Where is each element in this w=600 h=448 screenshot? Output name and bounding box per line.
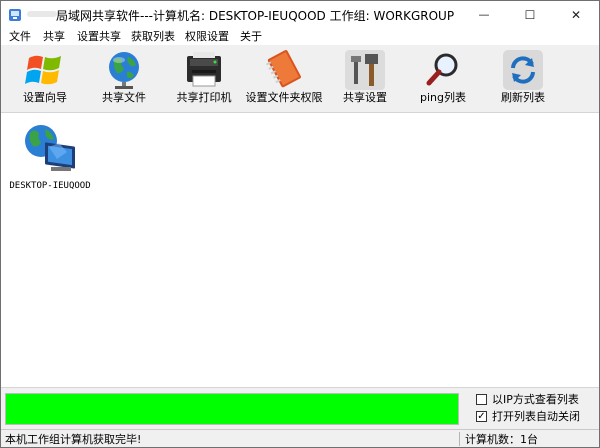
app-icon — [9, 9, 21, 21]
computer-list[interactable]: DESKTOP-IEUQOOD — [1, 113, 599, 386]
folder-permissions-button[interactable]: 设置文件夹权限 — [241, 45, 327, 112]
toolbar-label: 共享设置 — [343, 91, 387, 104]
menu-about[interactable]: 关于 — [240, 28, 262, 45]
maximize-icon: ☐ — [524, 7, 536, 22]
status-bar: 本机工作组计算机获取完毕! 计算机数：1台 — [1, 429, 599, 447]
checkbox-box[interactable] — [476, 394, 487, 405]
menu-permissions[interactable]: 权限设置 — [185, 28, 229, 45]
toolbar-label: 刷新列表 — [501, 91, 545, 104]
toolbar-label: 设置向导 — [23, 91, 67, 104]
checkbox-label: 以IP方式查看列表 — [492, 393, 579, 406]
share-printer-button[interactable]: 共享打印机 — [169, 45, 239, 112]
auto-close-checkbox[interactable]: ✓ 打开列表自动关闭 — [476, 409, 596, 425]
share-files-button[interactable]: 共享文件 — [85, 45, 163, 112]
menu-bar: 文件 共享 设置共享 获取列表 权限设置 关于 — [1, 28, 599, 45]
menu-setup-share[interactable]: 设置共享 — [77, 28, 121, 45]
globe-icon — [109, 52, 139, 89]
toolbar: 设置向导 共享文件 共享打印机 设置文件夹权限 共享设置 ping列表 刷新列表 — [1, 45, 599, 113]
computer-item[interactable]: DESKTOP-IEUQOOD — [7, 117, 93, 197]
status-message: 本机工作组计算机获取完毕! — [5, 433, 142, 446]
refresh-icon — [503, 50, 543, 90]
refresh-list-button[interactable]: 刷新列表 — [491, 45, 555, 112]
close-icon: ✕ — [570, 7, 582, 22]
toolbar-label: 设置文件夹权限 — [245, 91, 323, 104]
progress-bar — [5, 393, 459, 425]
toolbar-label: 共享文件 — [102, 91, 146, 104]
status-divider — [459, 432, 460, 446]
windows-logo-icon — [25, 55, 61, 85]
menu-file[interactable]: 文件 — [9, 28, 31, 45]
minimize-button[interactable]: — — [461, 1, 507, 28]
blurred-title-prefix — [27, 11, 57, 17]
title-bar[interactable]: 局域网共享软件---计算机名: DESKTOP-IEUQOOD 工作组: WOR… — [1, 1, 599, 28]
menu-share[interactable]: 共享 — [43, 28, 65, 45]
computer-name: DESKTOP-IEUQOOD — [9, 181, 91, 191]
computer-count: 计算机数：1台 — [465, 433, 538, 446]
magnifier-icon — [426, 53, 458, 86]
network-computer-icon — [25, 125, 75, 171]
notebook-icon — [265, 50, 301, 88]
checkbox-box-checked[interactable]: ✓ — [476, 411, 487, 422]
printer-server-icon — [187, 52, 221, 87]
view-by-ip-checkbox[interactable]: 以IP方式查看列表 — [476, 392, 596, 408]
toolbar-label: ping列表 — [420, 91, 466, 104]
setup-wizard-button[interactable]: 设置向导 — [3, 45, 87, 112]
maximize-button[interactable]: ☐ — [507, 1, 553, 28]
checkbox-label: 打开列表自动关闭 — [492, 410, 580, 423]
menu-get-list[interactable]: 获取列表 — [131, 28, 175, 45]
main-window: 局域网共享软件---计算机名: DESKTOP-IEUQOOD 工作组: WOR… — [0, 0, 600, 448]
minimize-icon: — — [478, 8, 490, 21]
toolbar-label: 共享打印机 — [176, 91, 232, 104]
close-button[interactable]: ✕ — [553, 1, 599, 28]
tools-icon — [345, 50, 385, 90]
ping-list-button[interactable]: ping列表 — [411, 45, 475, 112]
share-settings-button[interactable]: 共享设置 — [333, 45, 397, 112]
bottom-panel: 以IP方式查看列表 ✓ 打开列表自动关闭 — [1, 387, 599, 430]
window-title: 局域网共享软件---计算机名: DESKTOP-IEUQOOD 工作组: WOR… — [56, 9, 455, 23]
